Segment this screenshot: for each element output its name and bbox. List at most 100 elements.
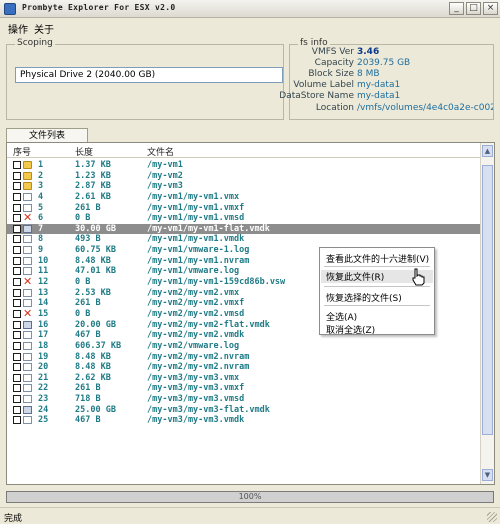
- table-row[interactable]: 20 8.48 KB/my-vm2/my-vm2.nvram: [7, 362, 481, 373]
- fs-volume-label-value: my-data1: [357, 80, 401, 90]
- ctx-view-hex[interactable]: 查看此文件的十六进制(V): [326, 252, 429, 265]
- row-id: 16: [38, 319, 49, 330]
- row-checkbox[interactable]: [13, 309, 21, 318]
- row-checkbox[interactable]: [13, 256, 21, 265]
- row-checkbox[interactable]: [13, 278, 21, 287]
- deleted-icon: ✕: [23, 211, 33, 225]
- ctx-deselect-all[interactable]: 取消全选(Z): [326, 323, 375, 336]
- row-checkbox[interactable]: [13, 203, 21, 212]
- file-icon: [23, 288, 32, 297]
- scroll-up-icon[interactable]: ▲: [482, 145, 493, 157]
- file-icon: [23, 331, 32, 340]
- column-header-id[interactable]: 序号: [13, 145, 31, 158]
- fs-volume-label-label: Volume Label: [293, 80, 354, 90]
- table-row[interactable]: 4 2.61 KB/my-vm1/my-vm1.vmx: [7, 192, 481, 203]
- row-id: 8: [38, 234, 44, 245]
- disk-icon: [23, 224, 32, 233]
- row-id: 23: [38, 394, 49, 405]
- row-size: 261 B: [75, 202, 101, 213]
- row-checkbox[interactable]: [13, 182, 21, 191]
- fs-block-size-value: 8 MB: [357, 69, 380, 79]
- row-checkbox[interactable]: [13, 416, 21, 425]
- maximize-button[interactable]: □: [466, 2, 481, 15]
- row-checkbox[interactable]: [13, 320, 21, 329]
- row-checkbox[interactable]: [13, 214, 21, 223]
- row-name: /my-vm2/my-vm2.vmsd: [147, 308, 245, 319]
- table-row[interactable]: 18 606.37 KB/my-vm2/vmware.log: [7, 341, 481, 352]
- row-size: 1.23 KB: [75, 170, 111, 181]
- menu-operate[interactable]: 操作: [8, 21, 28, 36]
- table-row[interactable]: 24 25.00 GB/my-vm3/my-vm3-flat.vmdk: [7, 405, 481, 416]
- table-row[interactable]: 22 261 B/my-vm3/my-vm3.vmxf: [7, 383, 481, 394]
- app-window: Prombyte Explorer For ESX v2.0 _ □ × 操作 …: [0, 0, 500, 524]
- row-size: 60.75 KB: [75, 245, 116, 256]
- table-row[interactable]: 23 718 B/my-vm3/my-vm3.vmsd: [7, 394, 481, 405]
- scroll-thumb[interactable]: [482, 165, 493, 435]
- context-menu: 查看此文件的十六进制(V) 恢复此文件(R) 恢复选择的文件(S) 全选(A) …: [319, 247, 435, 336]
- row-checkbox[interactable]: [13, 384, 21, 393]
- table-row[interactable]: 7 30.00 GB/my-vm1/my-vm1-flat.vmdk: [7, 223, 481, 235]
- row-size: 1.37 KB: [75, 160, 111, 170]
- drive-select-field[interactable]: Physical Drive 2 (2040.00 GB): [15, 67, 283, 83]
- close-button[interactable]: ×: [483, 2, 498, 15]
- disk-icon: [23, 320, 32, 329]
- table-row[interactable]: 5 261 B/my-vm1/my-vm1.vmxf: [7, 203, 481, 214]
- resize-grip-icon[interactable]: [487, 512, 497, 522]
- ctx-select-all[interactable]: 全选(A): [326, 310, 357, 323]
- row-id: 5: [38, 202, 44, 213]
- row-size: 20.00 GB: [75, 319, 116, 330]
- row-id: 1: [38, 160, 44, 170]
- table-row[interactable]: 19 8.48 KB/my-vm2/my-vm2.nvram: [7, 352, 481, 363]
- tab-file-list[interactable]: 文件列表: [6, 128, 88, 143]
- deleted-icon: ✕: [23, 275, 33, 289]
- vertical-scrollbar[interactable]: ▲ ▼: [480, 143, 494, 484]
- row-name: /my-vm1/my-vm1-flat.vmdk: [147, 223, 270, 234]
- table-row[interactable]: ✕ 6 0 B/my-vm1/my-vm1.vmsd: [7, 211, 481, 225]
- row-checkbox[interactable]: [13, 373, 21, 382]
- row-name: /my-vm1/my-vm1-159cd86b.vsw: [147, 277, 286, 288]
- row-checkbox[interactable]: [13, 331, 21, 340]
- row-checkbox[interactable]: [13, 363, 21, 372]
- fs-datastore-name-value: my-data1: [357, 91, 401, 101]
- row-name: /my-vm1/vmware.log: [147, 266, 240, 277]
- table-row[interactable]: 1 1.37 KB/my-vm1: [7, 160, 481, 171]
- menu-about[interactable]: 关于: [34, 21, 54, 36]
- table-row[interactable]: 8 493 B/my-vm1/my-vm1.vmdk: [7, 234, 481, 245]
- row-size: 30.00 GB: [75, 223, 116, 234]
- title-bar[interactable]: Prombyte Explorer For ESX v2.0 _ □ ×: [0, 0, 500, 18]
- row-id: 17: [38, 330, 49, 341]
- row-checkbox[interactable]: [13, 341, 21, 350]
- row-checkbox[interactable]: [13, 192, 21, 201]
- row-size: 0 B: [75, 277, 91, 288]
- row-id: 15: [38, 308, 49, 319]
- minimize-button[interactable]: _: [449, 2, 464, 15]
- row-name: /my-vm3/my-vm3-flat.vmdk: [147, 404, 270, 415]
- row-checkbox[interactable]: [13, 246, 21, 255]
- row-checkbox[interactable]: [13, 235, 21, 244]
- row-checkbox[interactable]: [13, 395, 21, 404]
- list-header: 序号 长度 文件名: [7, 143, 481, 158]
- table-row[interactable]: 21 2.62 KB/my-vm3/my-vm3.vmx: [7, 373, 481, 384]
- row-id: 14: [38, 298, 49, 309]
- column-header-name[interactable]: 文件名: [147, 145, 174, 158]
- table-row[interactable]: 25 467 B/my-vm3/my-vm3.vmdk: [7, 415, 481, 426]
- row-size: 2.53 KB: [75, 287, 111, 298]
- table-row[interactable]: 3 2.87 KB/my-vm3: [7, 181, 481, 192]
- row-checkbox[interactable]: [13, 161, 21, 169]
- ctx-recover-selected[interactable]: 恢复选择的文件(S): [326, 291, 402, 304]
- row-checkbox[interactable]: [13, 299, 21, 308]
- row-checkbox[interactable]: [13, 288, 21, 297]
- row-size: 2.87 KB: [75, 181, 111, 192]
- row-name: /my-vm1/my-vm1.vmx: [147, 191, 240, 202]
- row-checkbox[interactable]: [13, 171, 21, 180]
- row-id: 21: [38, 372, 49, 383]
- table-row[interactable]: 2 1.23 KB/my-vm2: [7, 171, 481, 182]
- row-checkbox[interactable]: [13, 267, 21, 276]
- row-checkbox[interactable]: [13, 224, 21, 233]
- row-id: 12: [38, 277, 49, 288]
- row-checkbox[interactable]: [13, 405, 21, 414]
- scroll-down-icon[interactable]: ▼: [482, 469, 493, 481]
- column-header-size[interactable]: 长度: [75, 145, 93, 158]
- row-checkbox[interactable]: [13, 352, 21, 361]
- file-icon: [23, 341, 32, 350]
